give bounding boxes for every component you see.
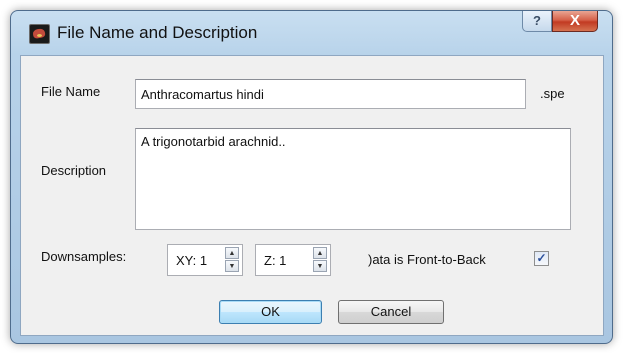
app-icon xyxy=(29,24,50,44)
spin-up-icon[interactable]: ▲ xyxy=(313,247,327,259)
help-icon: ? xyxy=(533,13,541,28)
xy-downsample-value: XY: 1 xyxy=(176,253,208,268)
description-label: Description xyxy=(41,163,107,178)
spin-up-icon[interactable]: ▲ xyxy=(225,247,239,259)
spin-down-icon[interactable]: ▼ xyxy=(225,260,239,272)
help-button[interactable]: ? xyxy=(522,11,552,32)
downsamples-label: Downsamples: xyxy=(41,249,127,264)
file-name-label: File Name xyxy=(41,84,101,99)
file-extension-label: .spe xyxy=(540,86,565,101)
cancel-button[interactable]: Cancel xyxy=(338,300,444,324)
front-to-back-label: )ata is Front-to-Back xyxy=(368,252,486,267)
z-downsample-spinbox[interactable]: Z: 1 ▲ ▼ xyxy=(255,244,331,276)
description-value: A trigonotarbid arachnid.. xyxy=(141,134,286,149)
z-downsample-value: Z: 1 xyxy=(264,253,287,268)
check-icon: ✓ xyxy=(536,251,547,265)
dialog-title: File Name and Description xyxy=(57,23,258,42)
dialog-content: File Name Anthracomartus hindi .spe Desc… xyxy=(20,55,604,336)
description-textarea[interactable]: A trigonotarbid arachnid.. xyxy=(135,128,571,230)
xy-downsample-spinbox[interactable]: XY: 1 ▲ ▼ xyxy=(167,244,243,276)
dialog-window: File Name and Description ? X File Name … xyxy=(10,10,613,344)
front-to-back-checkbox[interactable]: ✓ xyxy=(534,251,549,266)
ok-button[interactable]: OK xyxy=(219,300,322,324)
file-name-input[interactable]: Anthracomartus hindi xyxy=(135,79,526,109)
close-icon: X xyxy=(569,12,580,29)
title-bar[interactable]: File Name and Description ? X xyxy=(11,11,612,53)
spin-down-icon[interactable]: ▼ xyxy=(313,260,327,272)
close-button[interactable]: X xyxy=(552,11,598,32)
file-name-value: Anthracomartus hindi xyxy=(141,87,264,102)
